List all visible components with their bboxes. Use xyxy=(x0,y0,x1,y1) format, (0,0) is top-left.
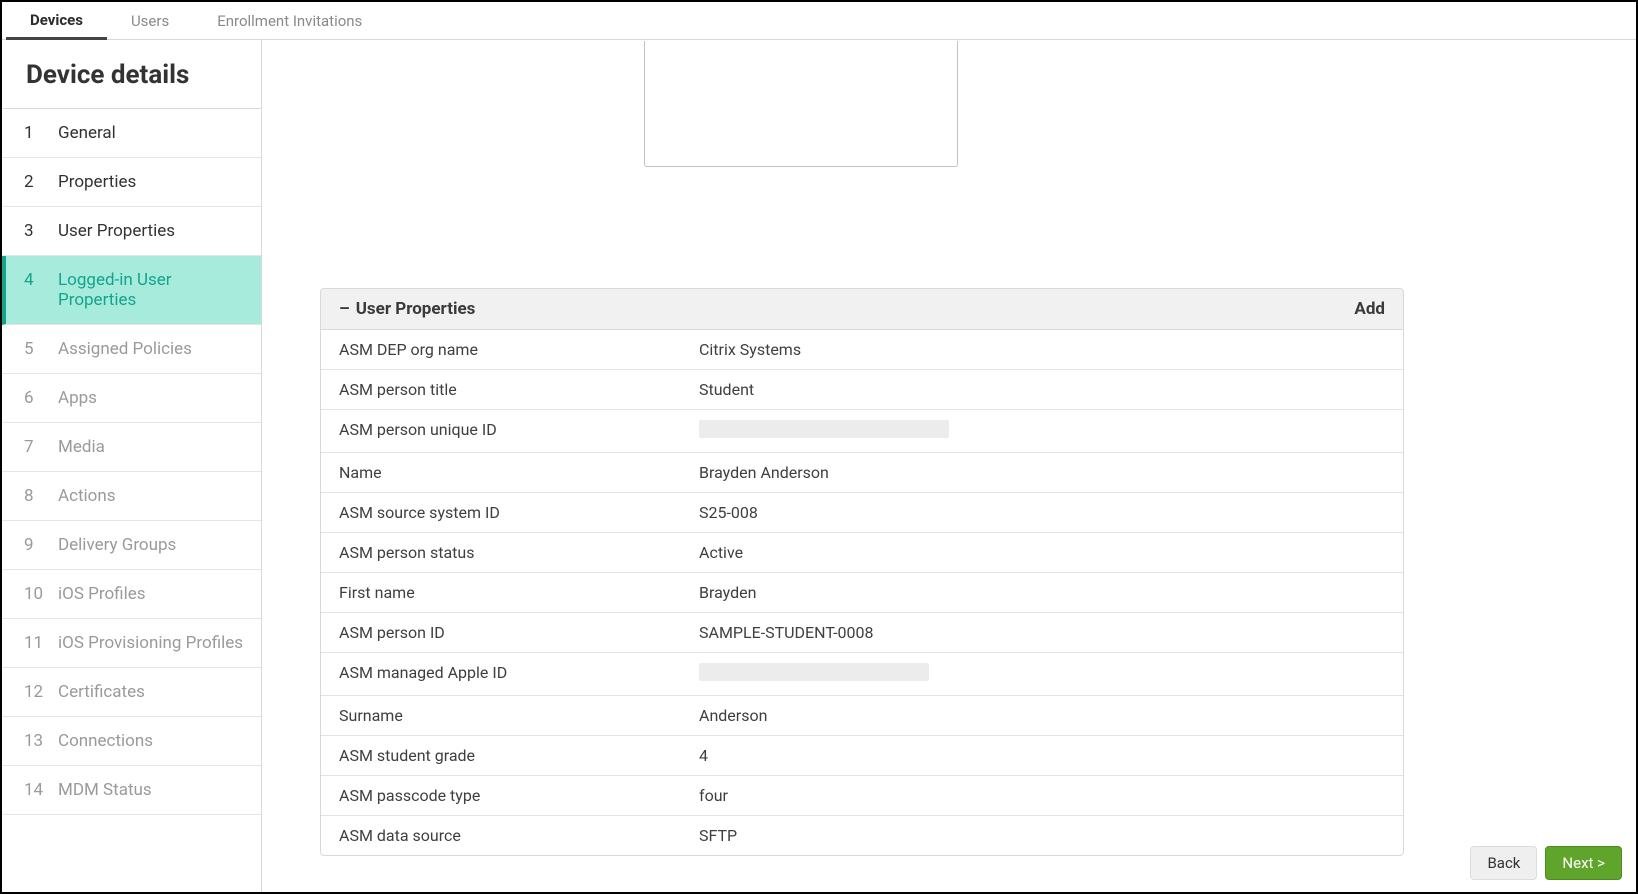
sidebar-item-logged-in-user-properties[interactable]: 4 Logged-in User Properties xyxy=(2,256,261,325)
panel-header[interactable]: – User Properties Add xyxy=(321,289,1403,330)
property-label: Surname xyxy=(339,706,699,725)
property-label: ASM managed Apple ID xyxy=(339,663,699,685)
tab-users[interactable]: Users xyxy=(107,2,193,39)
property-value: four xyxy=(699,786,1385,805)
sidebar-item-number: 4 xyxy=(24,270,44,310)
tab-enrollment-invitations[interactable]: Enrollment Invitations xyxy=(193,2,386,39)
user-properties-panel: – User Properties Add ASM DEP org nameCi… xyxy=(320,288,1404,856)
property-label: ASM person status xyxy=(339,543,699,562)
property-value: SFTP xyxy=(699,826,1385,845)
property-label: ASM source system ID xyxy=(339,503,699,522)
property-row: ASM person IDSAMPLE-STUDENT-0008 xyxy=(321,613,1403,653)
back-button[interactable]: Back xyxy=(1470,846,1537,880)
sidebar-item-label: Assigned Policies xyxy=(58,339,192,359)
property-row: ASM person unique ID xyxy=(321,410,1403,453)
sidebar-item-label: Actions xyxy=(58,486,116,506)
sidebar-item-number: 12 xyxy=(24,682,44,702)
top-tabs: Devices Users Enrollment Invitations xyxy=(2,2,1636,40)
sidebar-item-label: Properties xyxy=(58,172,136,192)
property-value: 4 xyxy=(699,746,1385,765)
property-label: ASM student grade xyxy=(339,746,699,765)
sidebar-item-assigned-policies[interactable]: 5 Assigned Policies xyxy=(2,325,261,374)
property-label: ASM DEP org name xyxy=(339,340,699,359)
sidebar-item-certificates[interactable]: 12 Certificates xyxy=(2,668,261,717)
sidebar-item-ios-profiles[interactable]: 10 iOS Profiles xyxy=(2,570,261,619)
sidebar-item-number: 6 xyxy=(24,388,44,408)
sidebar-item-number: 13 xyxy=(24,731,44,751)
sidebar-item-label: User Properties xyxy=(58,221,175,241)
sidebar-item-number: 14 xyxy=(24,780,44,800)
property-row: ASM student grade4 xyxy=(321,736,1403,776)
property-value: S25-008 xyxy=(699,503,1385,522)
property-label: ASM data source xyxy=(339,826,699,845)
sidebar: Device details 1 General 2 Properties 3 … xyxy=(2,40,262,892)
property-value: SAMPLE-STUDENT-0008 xyxy=(699,623,1385,642)
property-row: ASM person titleStudent xyxy=(321,370,1403,410)
property-value xyxy=(699,663,1385,685)
sidebar-item-number: 11 xyxy=(24,633,44,653)
sidebar-item-number: 10 xyxy=(24,584,44,604)
footer-buttons: Back Next > xyxy=(1470,846,1622,880)
sidebar-item-user-properties[interactable]: 3 User Properties xyxy=(2,207,261,256)
property-row: First nameBrayden xyxy=(321,573,1403,613)
sidebar-item-number: 8 xyxy=(24,486,44,506)
sidebar-item-media[interactable]: 7 Media xyxy=(2,423,261,472)
add-button[interactable]: Add xyxy=(1354,299,1385,319)
property-value: Citrix Systems xyxy=(699,340,1385,359)
sidebar-item-delivery-groups[interactable]: 9 Delivery Groups xyxy=(2,521,261,570)
sidebar-item-properties[interactable]: 2 Properties xyxy=(2,158,261,207)
sidebar-item-label: iOS Profiles xyxy=(58,584,146,604)
sidebar-item-mdm-status[interactable]: 14 MDM Status xyxy=(2,766,261,815)
sidebar-item-number: 7 xyxy=(24,437,44,457)
sidebar-item-number: 2 xyxy=(24,172,44,192)
sidebar-item-label: Logged-in User Properties xyxy=(58,270,249,310)
property-row: ASM passcode typefour xyxy=(321,776,1403,816)
property-row: ASM data sourceSFTP xyxy=(321,816,1403,855)
property-label: ASM passcode type xyxy=(339,786,699,805)
tab-devices[interactable]: Devices xyxy=(6,2,107,40)
sidebar-item-label: Media xyxy=(58,437,105,457)
sidebar-item-apps[interactable]: 6 Apps xyxy=(2,374,261,423)
property-row: SurnameAnderson xyxy=(321,696,1403,736)
collapse-icon[interactable]: – xyxy=(339,299,350,319)
property-value xyxy=(699,420,1385,442)
sidebar-item-number: 1 xyxy=(24,123,44,143)
sidebar-item-general[interactable]: 1 General xyxy=(2,109,261,158)
sidebar-item-label: Delivery Groups xyxy=(58,535,176,555)
property-row: ASM DEP org nameCitrix Systems xyxy=(321,330,1403,370)
property-row: ASM person statusActive xyxy=(321,533,1403,573)
sidebar-item-label: General xyxy=(58,123,116,143)
property-label: Name xyxy=(339,463,699,482)
sidebar-item-label: Connections xyxy=(58,731,153,751)
panel-title: User Properties xyxy=(356,299,476,319)
property-value: Brayden Anderson xyxy=(699,463,1385,482)
sidebar-item-label: MDM Status xyxy=(58,780,152,800)
property-value: Anderson xyxy=(699,706,1385,725)
redacted-value xyxy=(699,420,949,438)
property-label: ASM person unique ID xyxy=(339,420,699,442)
upper-panel xyxy=(644,41,958,167)
page-title: Device details xyxy=(2,40,261,109)
property-label: ASM person title xyxy=(339,380,699,399)
property-value: Brayden xyxy=(699,583,1385,602)
property-row: ASM source system IDS25-008 xyxy=(321,493,1403,533)
redacted-value xyxy=(699,663,929,681)
main-content: – User Properties Add ASM DEP org nameCi… xyxy=(262,40,1636,892)
sidebar-item-number: 3 xyxy=(24,221,44,241)
sidebar-item-connections[interactable]: 13 Connections xyxy=(2,717,261,766)
property-label: ASM person ID xyxy=(339,623,699,642)
sidebar-item-actions[interactable]: 8 Actions xyxy=(2,472,261,521)
sidebar-item-label: Apps xyxy=(58,388,97,408)
next-button[interactable]: Next > xyxy=(1545,846,1622,880)
property-label: First name xyxy=(339,583,699,602)
sidebar-item-label: iOS Provisioning Profiles xyxy=(58,633,243,653)
sidebar-item-number: 9 xyxy=(24,535,44,555)
property-row: ASM managed Apple ID xyxy=(321,653,1403,696)
sidebar-item-number: 5 xyxy=(24,339,44,359)
property-value: Active xyxy=(699,543,1385,562)
sidebar-item-label: Certificates xyxy=(58,682,145,702)
sidebar-item-ios-provisioning-profiles[interactable]: 11 iOS Provisioning Profiles xyxy=(2,619,261,668)
property-row: NameBrayden Anderson xyxy=(321,453,1403,493)
property-value: Student xyxy=(699,380,1385,399)
